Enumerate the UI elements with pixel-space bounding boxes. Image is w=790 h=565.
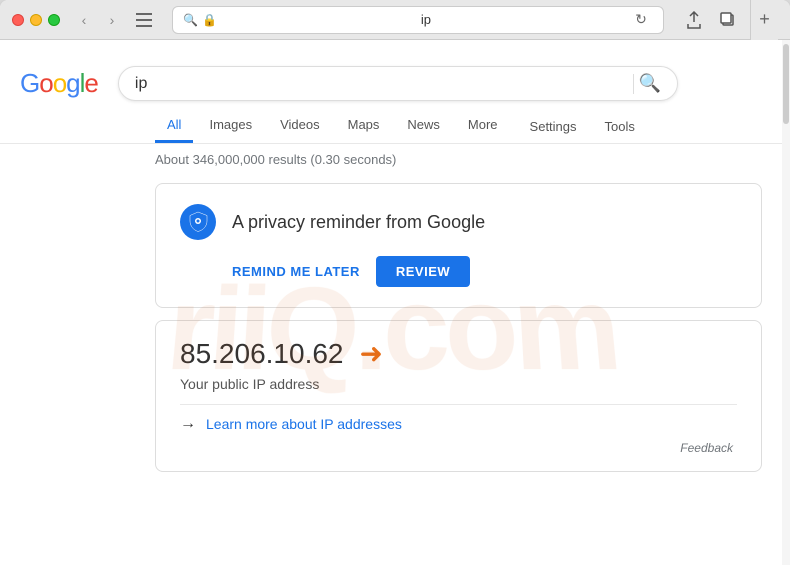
- arrow-right-icon: →: [180, 415, 196, 433]
- minimize-button[interactable]: [30, 14, 42, 26]
- address-bar[interactable]: 🔍 🔒 ip ↻: [172, 6, 664, 34]
- tab-maps[interactable]: Maps: [336, 109, 392, 143]
- share-button[interactable]: [680, 6, 708, 34]
- google-logo: Google: [20, 68, 98, 99]
- results-info: About 346,000,000 results (0.30 seconds): [0, 144, 782, 175]
- nav-buttons: ‹ ›: [72, 8, 124, 32]
- feedback-link[interactable]: Feedback: [680, 441, 733, 455]
- maximize-button[interactable]: [48, 14, 60, 26]
- learn-more-link[interactable]: → Learn more about IP addresses: [180, 404, 737, 433]
- logo-o1: o: [39, 68, 52, 98]
- logo-e: e: [84, 68, 97, 98]
- learn-more-text: Learn more about IP addresses: [206, 416, 402, 432]
- logo-g: G: [20, 68, 39, 98]
- reload-button[interactable]: ↻: [629, 8, 653, 32]
- page-content: riiQ.com Google ip 🔍 All Images Videos M…: [0, 40, 782, 565]
- right-buttons: [680, 6, 742, 34]
- sidebar-toggle-button[interactable]: [132, 8, 156, 32]
- tab-all[interactable]: All: [155, 109, 193, 143]
- privacy-card: A privacy reminder from Google REMIND ME…: [155, 183, 762, 308]
- address-icons: 🔍 🔒: [183, 13, 217, 27]
- back-button[interactable]: ‹: [72, 8, 96, 32]
- tab-settings[interactable]: Settings: [518, 111, 589, 142]
- search-separator: [633, 74, 634, 94]
- nav-tabs: All Images Videos Maps News More Setting…: [0, 109, 782, 144]
- remind-later-button[interactable]: REMIND ME LATER: [232, 264, 360, 279]
- new-tab-button[interactable]: +: [750, 0, 778, 40]
- scrollbar[interactable]: [782, 40, 790, 565]
- privacy-actions: REMIND ME LATER REVIEW: [180, 256, 737, 287]
- privacy-header: A privacy reminder from Google: [180, 204, 737, 240]
- feedback-row: Feedback: [180, 441, 737, 455]
- results-count: About 346,000,000 results (0.30 seconds): [155, 152, 396, 167]
- tab-news[interactable]: News: [395, 109, 452, 143]
- ip-address-value: 85.206.10.62: [180, 338, 344, 370]
- scrollbar-thumb[interactable]: [783, 44, 789, 124]
- logo-g2: g: [66, 68, 79, 98]
- search-submit-button[interactable]: 🔍: [638, 73, 660, 94]
- tab-videos[interactable]: Videos: [268, 109, 332, 143]
- title-bar: ‹ › 🔍 🔒 ip ↻: [0, 0, 790, 40]
- search-query: ip: [135, 75, 630, 93]
- privacy-shield-icon: [180, 204, 216, 240]
- logo-o2: o: [53, 68, 66, 98]
- duplicate-button[interactable]: [714, 6, 742, 34]
- privacy-title: A privacy reminder from Google: [232, 212, 485, 233]
- tab-images[interactable]: Images: [197, 109, 264, 143]
- search-icon: 🔍: [183, 13, 198, 27]
- forward-button[interactable]: ›: [100, 8, 124, 32]
- search-bar[interactable]: ip 🔍: [118, 66, 678, 101]
- arrow-indicator-icon: ➜: [360, 337, 383, 370]
- tab-tools[interactable]: Tools: [593, 111, 647, 142]
- browser-content: riiQ.com Google ip 🔍 All Images Videos M…: [0, 40, 790, 565]
- browser-window: ‹ › 🔍 🔒 ip ↻: [0, 0, 790, 565]
- ip-address-label: Your public IP address: [180, 376, 737, 392]
- google-header: Google ip 🔍: [0, 56, 782, 101]
- tab-more[interactable]: More: [456, 109, 510, 143]
- address-text: ip: [223, 12, 629, 27]
- review-button[interactable]: REVIEW: [376, 256, 470, 287]
- ip-address-row: 85.206.10.62 ➜: [180, 337, 737, 370]
- traffic-lights: [12, 14, 60, 26]
- ip-result-card: 85.206.10.62 ➜ Your public IP address → …: [155, 320, 762, 472]
- close-button[interactable]: [12, 14, 24, 26]
- lock-icon: 🔒: [202, 13, 217, 27]
